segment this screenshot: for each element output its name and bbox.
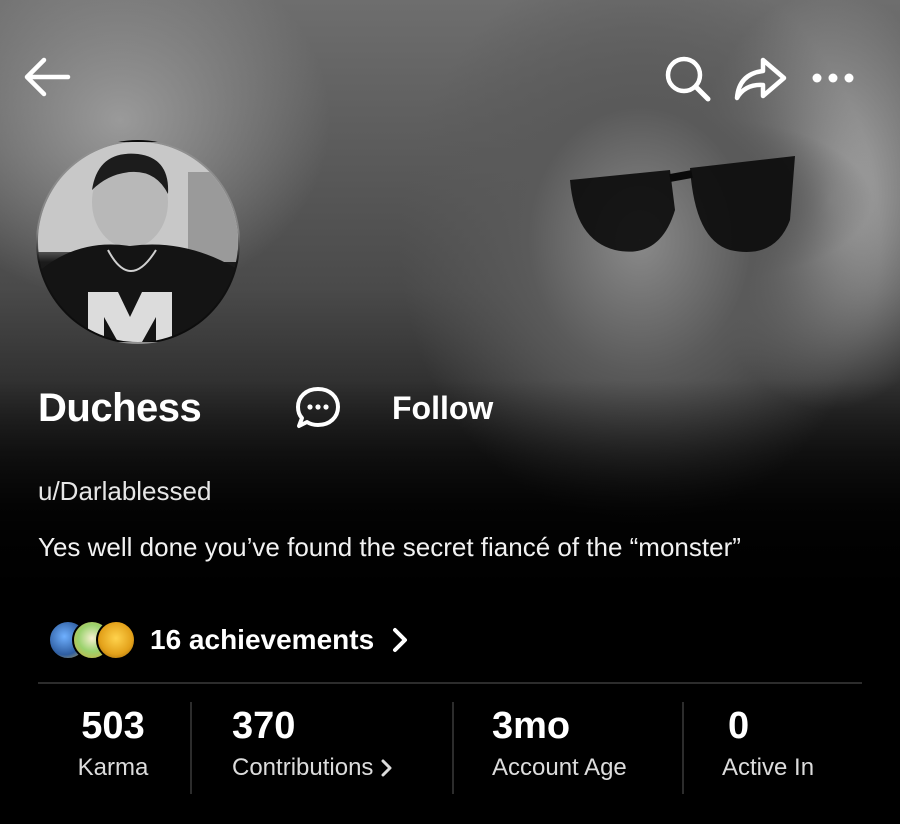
stat-separator bbox=[452, 702, 454, 794]
stat-separator bbox=[682, 702, 684, 794]
stat-label-text: Active In bbox=[722, 754, 815, 781]
stat-karma: 503 Karma bbox=[38, 700, 188, 796]
stat-label-text: Karma bbox=[77, 754, 149, 781]
search-button[interactable] bbox=[660, 52, 716, 104]
stat-account-age: 3mo Account Age bbox=[492, 700, 627, 796]
profile-stats: 503 Karma 370 Contributions 3mo Account … bbox=[38, 700, 862, 796]
avatar-image bbox=[38, 142, 238, 342]
display-name: Duchess bbox=[38, 386, 202, 430]
stat-label: Active In bbox=[722, 752, 814, 784]
banner-photo-detail bbox=[570, 156, 795, 252]
chevron-right-icon bbox=[393, 628, 408, 652]
stat-active-in: 0 Active In bbox=[722, 700, 814, 796]
stat-label-text: Contributions bbox=[232, 754, 374, 781]
stat-value: 0 bbox=[728, 705, 750, 747]
more-options-button[interactable] bbox=[808, 58, 858, 98]
chat-bubble-icon bbox=[296, 387, 340, 428]
stat-contributions[interactable]: 370 Contributions bbox=[232, 700, 393, 796]
share-button[interactable] bbox=[730, 52, 790, 104]
achievements-link[interactable]: 16 achievements bbox=[44, 616, 410, 664]
achievements-label: 16 achievements bbox=[150, 624, 375, 655]
share-icon bbox=[734, 57, 787, 101]
back-button[interactable] bbox=[18, 52, 74, 102]
stat-value: 503 bbox=[81, 705, 145, 747]
stat-value: 370 bbox=[232, 705, 296, 747]
stat-label: Account Age bbox=[492, 752, 627, 784]
arrow-left-icon bbox=[24, 57, 71, 97]
stat-label: Contributions bbox=[232, 752, 393, 784]
achievement-badges bbox=[44, 616, 140, 664]
stat-separator bbox=[190, 702, 192, 794]
stat-label-text: Account Age bbox=[492, 754, 627, 781]
stat-value: 3mo bbox=[492, 705, 571, 747]
username: u/Darlablessed bbox=[38, 476, 212, 506]
stat-label: Karma bbox=[38, 752, 188, 784]
search-icon bbox=[665, 56, 711, 102]
divider bbox=[38, 682, 862, 684]
more-horizontal-icon bbox=[812, 73, 854, 83]
achievement-badge-icon bbox=[96, 620, 136, 660]
profile-bio: Yes well done you’ve found the secret fi… bbox=[38, 532, 741, 562]
chat-button[interactable] bbox=[292, 384, 344, 432]
follow-button[interactable]: Follow bbox=[392, 386, 493, 430]
chevron-right-icon bbox=[381, 759, 392, 777]
profile-avatar[interactable] bbox=[36, 140, 240, 344]
